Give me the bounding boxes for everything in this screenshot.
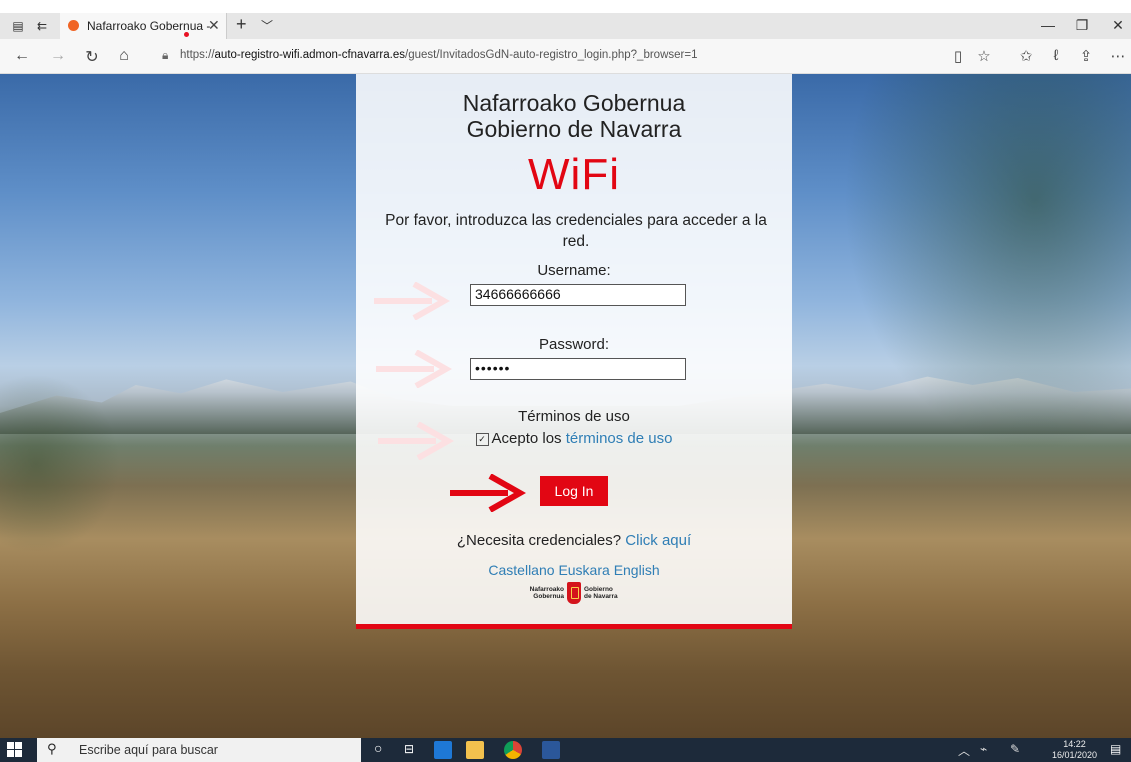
username-label: Username: — [537, 262, 611, 279]
password-field[interactable]: •••••• — [470, 358, 686, 380]
favorite-star-icon[interactable]: ☆ — [974, 47, 994, 65]
favorites-hub-icon[interactable]: ✩ — [1016, 47, 1036, 65]
tab-preview-chevron-icon[interactable]: ﹀ — [261, 17, 273, 34]
language-links: Castellano Euskara English — [356, 562, 792, 578]
click-here-link[interactable]: Click aquí — [625, 532, 691, 549]
cortana-icon[interactable]: ○ — [374, 740, 382, 756]
taskbar-search-box[interactable]: ⚲ Escribe aquí para buscar — [37, 738, 361, 762]
tab-audio-indicator — [184, 32, 189, 37]
terms-row: ✓ Acepto los términos de uso — [356, 430, 792, 447]
task-view-icon[interactable]: ⊟ — [404, 742, 414, 756]
taskbar-search-placeholder: Escribe aquí para buscar — [79, 743, 218, 757]
restore-icon[interactable]: ❐ — [1072, 17, 1092, 34]
tab-actions-icon[interactable]: ▤ — [10, 19, 26, 33]
wifi-title: WiFi — [528, 150, 620, 199]
need-credentials-row: ¿Necesita credenciales? Click aquí — [356, 532, 792, 549]
lock-icon: 🔒︎ — [162, 48, 169, 62]
lang-castellano-link[interactable]: Castellano — [488, 562, 554, 578]
accept-terms-checkbox[interactable]: ✓ — [475, 433, 489, 446]
taskbar-clock[interactable]: 14:22 16/01/2020 — [1052, 739, 1097, 761]
need-credentials-text: ¿Necesita credenciales? — [456, 532, 622, 549]
browser-tab-bar: ▤ ⇇ Nafarroako Gobernua - ✕ + ﹀ — ❐ ✕ — [0, 13, 1131, 39]
url-field[interactable]: 🔒︎ https://auto-registro-wifi.admon-cfna… — [156, 45, 936, 67]
username-field[interactable]: 34666666666 — [470, 284, 686, 306]
notifications-icon[interactable]: ▤ — [1110, 742, 1121, 756]
background-trees — [811, 74, 1131, 494]
reading-view-icon[interactable]: ▯ — [948, 47, 968, 65]
terms-link[interactable]: términos de uso — [566, 430, 673, 447]
network-icon[interactable]: ⌁ — [980, 742, 987, 756]
tab-favicon-icon — [68, 20, 79, 31]
pen-icon[interactable]: ✎ — [1010, 742, 1020, 756]
clock-time: 14:22 — [1063, 739, 1086, 749]
tab-title: Nafarroako Gobernua - — [87, 19, 211, 33]
windows-taskbar: ⚲ Escribe aquí para buscar ○ ⊟ ︿ ⌁ ✎ 14:… — [0, 738, 1131, 762]
lang-euskara-link[interactable]: Euskara — [558, 562, 609, 578]
background-trees-left — [0, 374, 120, 554]
government-logo: Nafarroako Gobernua Gobierno de Navarra — [522, 582, 626, 606]
page-background: Nafarroako Gobernua Gobierno de Navarra … — [0, 74, 1131, 738]
forward-icon[interactable]: → — [48, 47, 68, 65]
home-icon[interactable]: ⌂ — [114, 47, 134, 65]
share-icon[interactable]: ⇪ — [1076, 47, 1096, 65]
navarra-crest-icon — [567, 582, 581, 604]
terms-heading: Términos de uso — [518, 408, 630, 425]
password-label: Password: — [538, 336, 610, 353]
lang-english-link[interactable]: English — [614, 562, 660, 578]
refresh-icon[interactable]: ↻ — [82, 47, 102, 67]
browser-tab[interactable]: Nafarroako Gobernua - ✕ — [60, 13, 227, 39]
brand-line-basque: Nafarroako Gobernua — [462, 90, 686, 116]
windows-start-icon[interactable] — [7, 742, 23, 758]
url-text: https://auto-registro-wifi.admon-cfnavar… — [180, 49, 698, 61]
back-icon[interactable]: ← — [12, 47, 32, 65]
new-tab-icon[interactable]: + — [236, 14, 247, 35]
word-icon[interactable] — [542, 741, 560, 759]
login-button[interactable]: Log In — [540, 476, 608, 506]
brand-line-spanish: Gobierno de Navarra — [466, 116, 682, 142]
minimize-icon[interactable]: — — [1038, 17, 1058, 33]
pen-notes-icon[interactable]: ℓ — [1046, 47, 1066, 64]
close-window-icon[interactable]: ✕ — [1108, 17, 1128, 34]
accept-terms-label: Acepto los — [491, 430, 562, 447]
search-icon: ⚲ — [47, 741, 57, 756]
edge-taskbar-icon[interactable] — [434, 741, 452, 759]
show-hidden-icons-icon[interactable]: ︿ — [958, 742, 970, 759]
clock-date: 16/01/2020 — [1052, 750, 1098, 760]
address-bar-row: ← → ↻ ⌂ 🔒︎ https://auto-registro-wifi.ad… — [0, 39, 1131, 74]
close-tab-icon[interactable]: ✕ — [208, 17, 220, 34]
chrome-icon[interactable] — [504, 741, 522, 759]
login-panel: Nafarroako Gobernua Gobierno de Navarra … — [356, 74, 792, 629]
set-tabs-aside-icon[interactable]: ⇇ — [34, 19, 50, 33]
more-icon[interactable]: ⋯ — [1108, 47, 1128, 65]
intro-text: Por favor, introduzca las credenciales p… — [385, 212, 767, 250]
arrow-login-icon — [450, 474, 526, 512]
file-explorer-icon[interactable] — [466, 741, 484, 759]
